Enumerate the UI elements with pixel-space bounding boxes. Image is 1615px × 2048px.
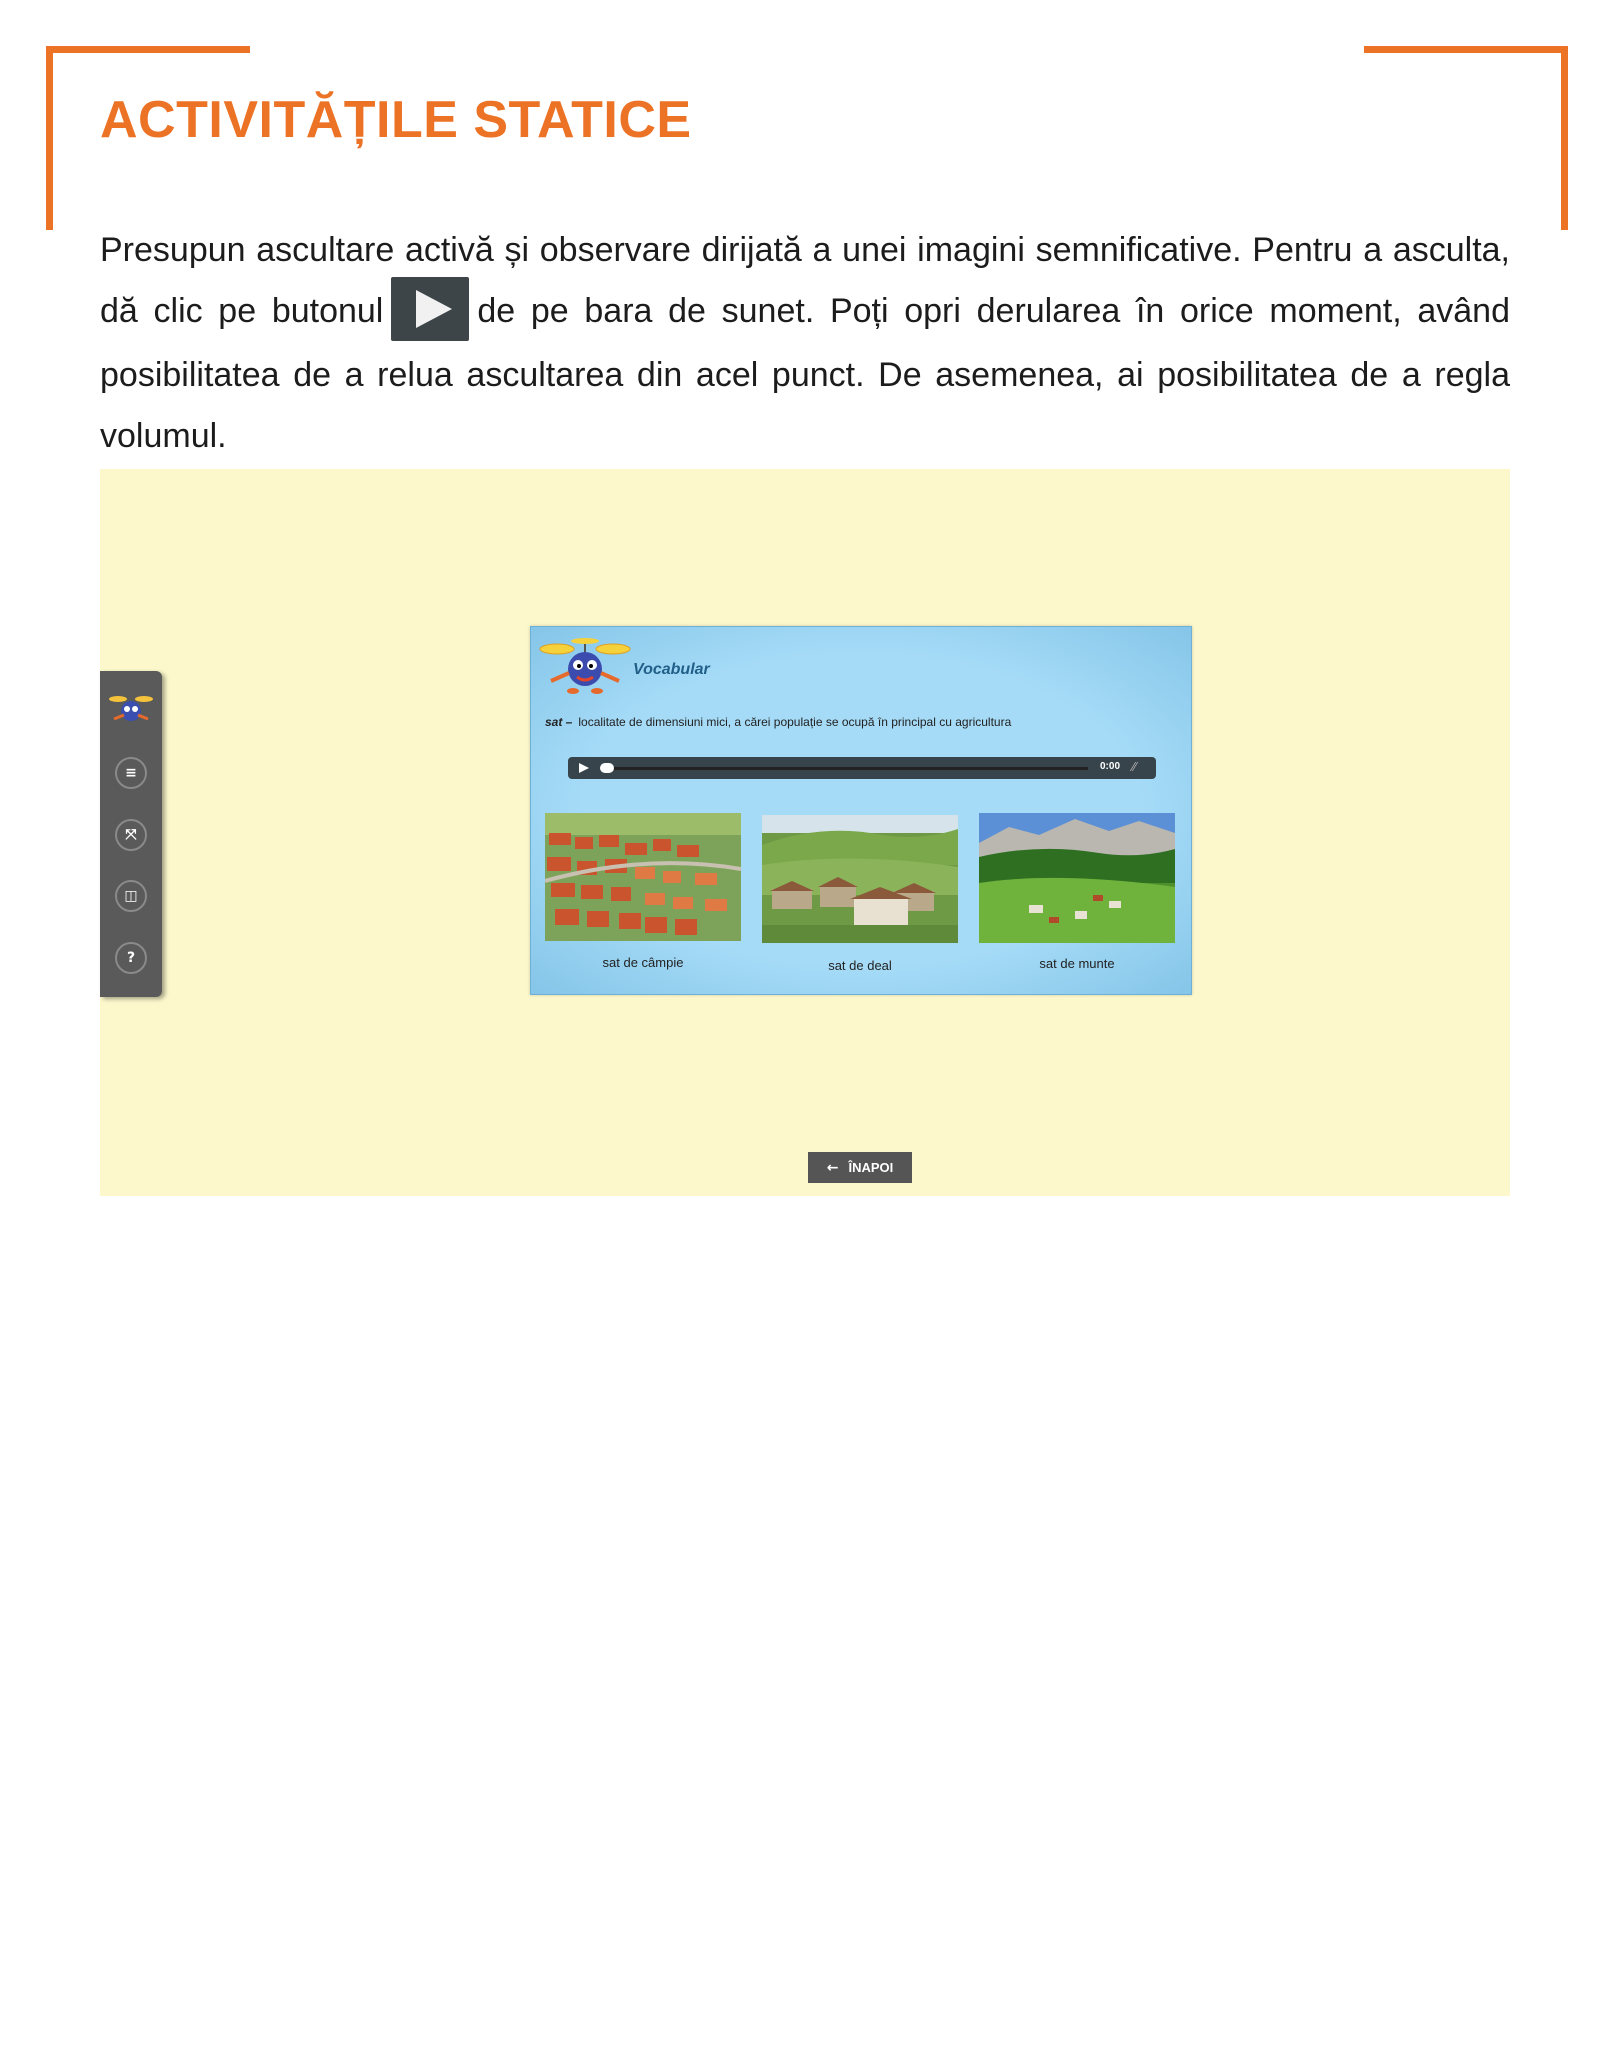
mascot-icon	[537, 635, 633, 704]
definition-line: sat – localitate de dimensiuni mici, a că…	[545, 715, 1011, 729]
caption-hill-village: sat de deal	[828, 958, 892, 973]
layout-icon[interactable]: ◫	[115, 880, 147, 912]
corner-bracket-top-right-vertical	[1561, 46, 1568, 230]
corner-bracket-top-left	[46, 46, 250, 53]
definition-term: sat –	[545, 715, 573, 729]
caption-plain-village: sat de câmpie	[602, 955, 684, 970]
vocabulary-panel: Vocabular sat – localitate de dimensiuni …	[530, 626, 1192, 995]
caption-mountain-village: sat de munte	[1039, 956, 1115, 971]
back-button[interactable]: ← ÎNAPOI	[808, 1152, 912, 1183]
play-icon	[391, 277, 470, 342]
back-button-label: ÎNAPOI	[848, 1160, 894, 1175]
photo-plain-village	[545, 813, 741, 941]
audio-progress-track[interactable]	[604, 767, 1088, 770]
photo-hill-village	[762, 815, 958, 943]
fullscreen-icon[interactable]: ⤧	[115, 819, 147, 851]
volume-muted-icon[interactable]: ⁄⁄	[1132, 760, 1136, 774]
photo-mountain-village	[979, 813, 1175, 943]
audio-progress-handle[interactable]	[600, 763, 614, 773]
audio-time: 0:00	[1100, 761, 1121, 772]
audio-player: 0:00 ⁄⁄	[568, 757, 1156, 779]
audio-play-icon[interactable]	[579, 763, 589, 773]
definition-text: localitate de dimensiuni mici, a cărei p…	[578, 715, 1012, 729]
intro-paragraph: Presupun ascultare activă și observare d…	[100, 220, 1510, 467]
vocabulary-title: Vocabular	[633, 661, 710, 678]
menu-icon[interactable]: ≡	[115, 757, 147, 789]
arrow-left-icon: ←	[826, 1159, 839, 1176]
screenshot-stage: ≡ ⤧ ◫ ? Vocabular sat – localitate de di…	[100, 469, 1510, 1196]
page-title: ACTIVITĂȚILE STATICE	[100, 91, 692, 149]
help-icon[interactable]: ?	[115, 942, 147, 974]
corner-bracket-top-left-vertical	[46, 46, 53, 230]
side-toolbar: ≡ ⤧ ◫ ?	[100, 671, 162, 997]
mascot-logo-icon	[108, 691, 154, 732]
corner-bracket-top-right	[1364, 46, 1568, 53]
